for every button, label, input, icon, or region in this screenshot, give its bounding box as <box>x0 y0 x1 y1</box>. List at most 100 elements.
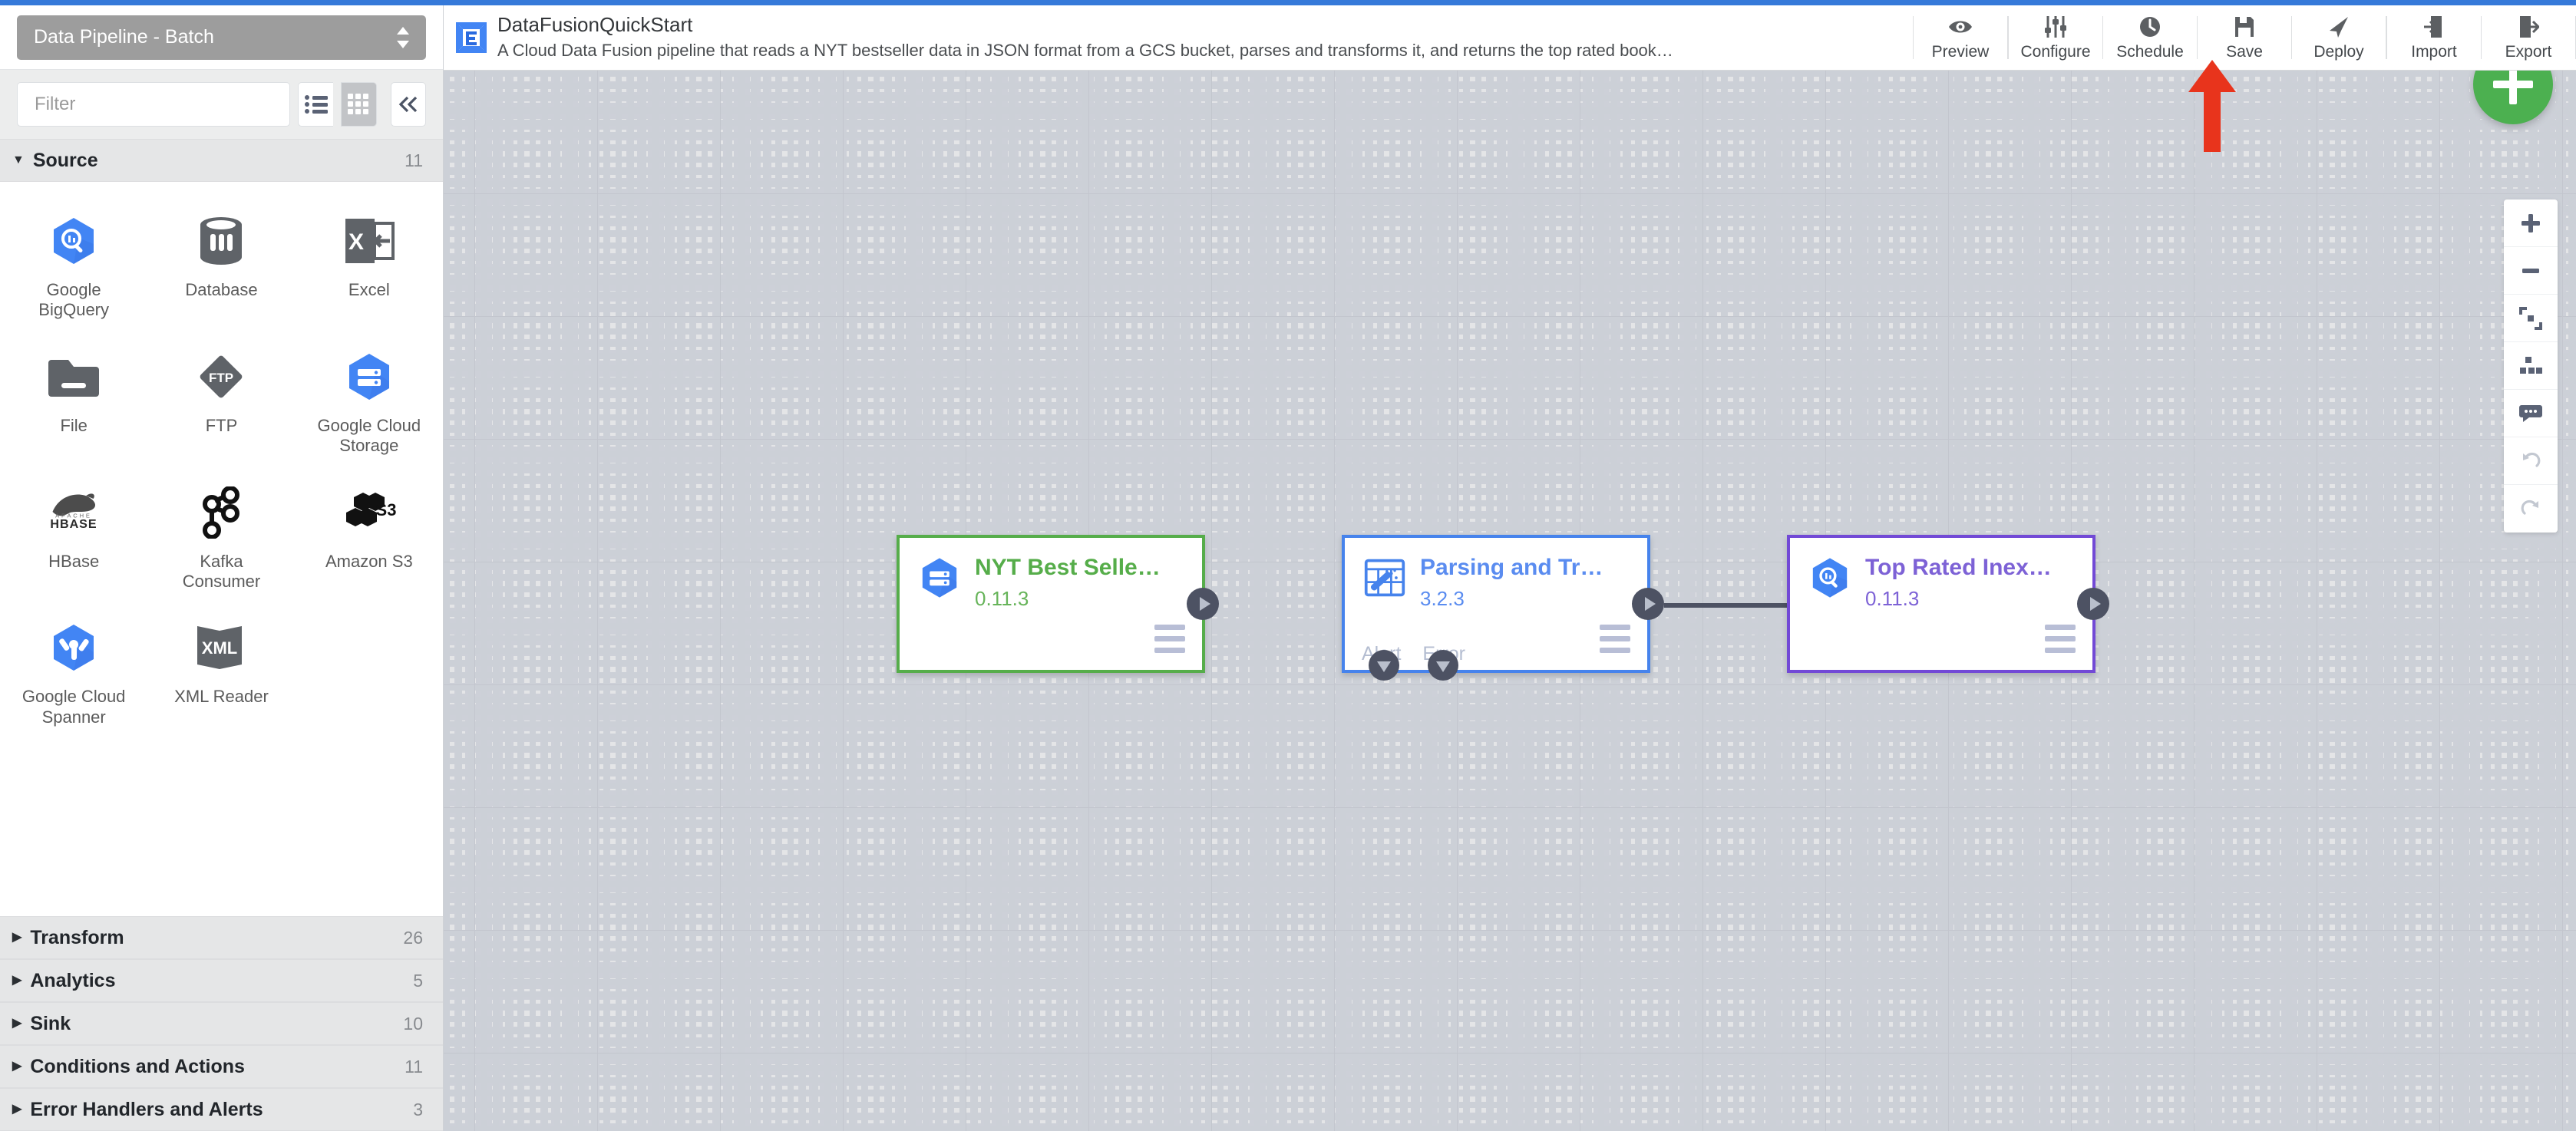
minus-icon <box>2522 268 2539 273</box>
node-menu-button[interactable] <box>1154 625 1185 653</box>
grid-view-toggle[interactable] <box>341 82 377 127</box>
plugin-label: Kafka Consumer <box>182 551 261 591</box>
node-error-port[interactable] <box>1428 650 1459 681</box>
grid-line <box>1334 71 1335 1131</box>
excel-icon: X <box>341 213 398 269</box>
node-version: 0.11.3 <box>1865 586 1920 610</box>
node-output-port[interactable] <box>1632 588 1664 620</box>
plugin-group-conditions-and-actions[interactable]: ▶ Conditions and Actions 11 <box>0 1045 443 1088</box>
deploy-button[interactable]: Deploy <box>2292 5 2386 70</box>
node-alert-port[interactable] <box>1369 650 1399 681</box>
plugin-file[interactable]: File <box>0 339 147 470</box>
plugin-group-transform[interactable]: ▶ Transform 26 <box>0 916 443 959</box>
plugin-group-count: 10 <box>403 1013 423 1034</box>
node-title: NYT Best Selle… <box>975 555 1161 580</box>
plugin-amazon-s3[interactable]: S3 Amazon S3 <box>296 475 443 606</box>
amazon-s3-icon: S3 <box>341 484 398 541</box>
google-cloud-storage-icon <box>341 348 398 405</box>
export-arrow-icon <box>2518 15 2539 39</box>
grid-line <box>444 684 2576 685</box>
redo-button[interactable] <box>2504 485 2558 533</box>
plugin-group-label: Sink <box>30 1012 71 1034</box>
zoom-out-button[interactable] <box>2504 247 2558 295</box>
plugin-group-label: Error Handlers and Alerts <box>30 1098 263 1120</box>
file-folder-icon <box>45 348 102 405</box>
canvas-tool-stack <box>2504 199 2558 533</box>
node-version: 3.2.3 <box>1420 586 1465 610</box>
align-nodes-button[interactable] <box>2504 342 2558 390</box>
grid-line <box>474 71 475 1131</box>
plugin-group-label: Source <box>32 149 98 171</box>
pipeline-type-select[interactable]: Data Pipeline - Batch <box>17 15 426 60</box>
svg-text:XML: XML <box>202 638 237 658</box>
add-node-fab[interactable] <box>2473 71 2553 124</box>
plugin-group-sink[interactable]: ▶ Sink 10 <box>0 1002 443 1045</box>
plugin-ftp[interactable]: FTP FTP <box>147 339 295 470</box>
eye-icon <box>1947 15 1973 39</box>
paper-plane-icon <box>2327 15 2350 39</box>
comments-button[interactable] <box>2504 390 2558 437</box>
pipeline-type-value: Data Pipeline - Batch <box>34 26 214 48</box>
plugin-group-error-handlers-and-alerts[interactable]: ▶ Error Handlers and Alerts 3 <box>0 1088 443 1131</box>
pipeline-node-source[interactable]: NYT Best Selle… 0.11.3 <box>897 535 1219 673</box>
import-button[interactable]: Import <box>2387 5 2481 70</box>
plugin-label: File <box>60 415 88 435</box>
plugin-groups: ▼ Source 11 Google BigQuery Database X E… <box>0 139 443 1131</box>
action-label: Deploy <box>2313 42 2364 61</box>
export-button[interactable]: Export <box>2482 5 2575 70</box>
caret-right-icon: ▶ <box>12 931 22 944</box>
plus-icon <box>2522 213 2540 232</box>
plugin-google-bigquery[interactable]: Google BigQuery <box>0 203 147 335</box>
plugin-group-analytics[interactable]: ▶ Analytics 5 <box>0 959 443 1002</box>
plugin-group-source[interactable]: ▼ Source 11 <box>0 139 443 182</box>
caret-right-icon: ▶ <box>12 1017 22 1030</box>
plugin-label: HBase <box>48 551 100 571</box>
pipeline-node-transform[interactable]: Parsing and Tr… 3.2.3 Alert Error <box>1342 535 1664 681</box>
plugin-group-count: 11 <box>405 1056 423 1077</box>
undo-icon <box>2523 452 2541 467</box>
top-nav-strip <box>0 0 2576 5</box>
node-output-port[interactable] <box>1187 588 1219 620</box>
pipeline-node-sink[interactable]: Top Rated Inex… 0.11.3 <box>1787 535 2109 673</box>
schedule-button[interactable]: Schedule <box>2103 5 2197 70</box>
caret-down-icon: ▼ <box>12 153 25 167</box>
page-title: DataFusionQuickStart <box>497 13 693 37</box>
plugin-group-count: 5 <box>413 970 423 991</box>
grid-line <box>444 930 2576 931</box>
svg-text:S3: S3 <box>375 500 396 519</box>
search-input[interactable] <box>17 82 290 127</box>
plugin-kafka-consumer[interactable]: Kafka Consumer <box>147 475 295 606</box>
preview-button[interactable]: Preview <box>1914 5 2007 70</box>
plugin-excel[interactable]: X Excel <box>296 203 443 335</box>
grid-line <box>597 71 598 1131</box>
comment-icon <box>2519 404 2542 422</box>
list-view-toggle[interactable] <box>298 82 334 127</box>
plugin-database[interactable]: Database <box>147 203 295 335</box>
pipeline-description: A Cloud Data Fusion pipeline that reads … <box>497 41 1673 61</box>
pipeline-canvas[interactable]: NYT Best Selle… 0.11.3 Parsing and Tr… 3… <box>444 71 2576 1131</box>
plugin-google-cloud-storage[interactable]: Google Cloud Storage <box>296 339 443 470</box>
plugin-label: Google Cloud Storage <box>317 415 421 456</box>
node-menu-button[interactable] <box>1600 625 1630 653</box>
configure-button[interactable]: Configure <box>2009 5 2102 70</box>
grid-icon <box>348 94 369 114</box>
zoom-in-button[interactable] <box>2504 199 2558 247</box>
caret-right-icon: ▶ <box>12 1103 22 1116</box>
collapse-sidebar-button[interactable] <box>390 82 427 127</box>
node-output-port[interactable] <box>2077 588 2109 620</box>
node-menu-button[interactable] <box>2045 625 2076 653</box>
plugin-hbase[interactable]: HBASE APACHE HBase <box>0 475 147 606</box>
fit-to-screen-button[interactable] <box>2504 295 2558 342</box>
plugin-group-label: Analytics <box>30 969 116 991</box>
node-title: Parsing and Tr… <box>1420 555 1603 580</box>
grid-line <box>444 193 2576 194</box>
plugin-xml-reader[interactable]: XML XML Reader <box>147 610 295 741</box>
plugin-google-cloud-spanner[interactable]: Google Cloud Spanner <box>0 610 147 741</box>
sidebar-header: Data Pipeline - Batch <box>0 5 443 70</box>
plugin-label: Google Cloud Spanner <box>21 687 126 727</box>
clock-icon <box>2138 15 2162 39</box>
pipeline-actions: Preview Configure Schedule Save Deploy I… <box>1913 5 2576 70</box>
undo-button[interactable] <box>2504 437 2558 485</box>
list-icon <box>304 95 328 114</box>
plugin-label: Google BigQuery <box>38 280 110 320</box>
